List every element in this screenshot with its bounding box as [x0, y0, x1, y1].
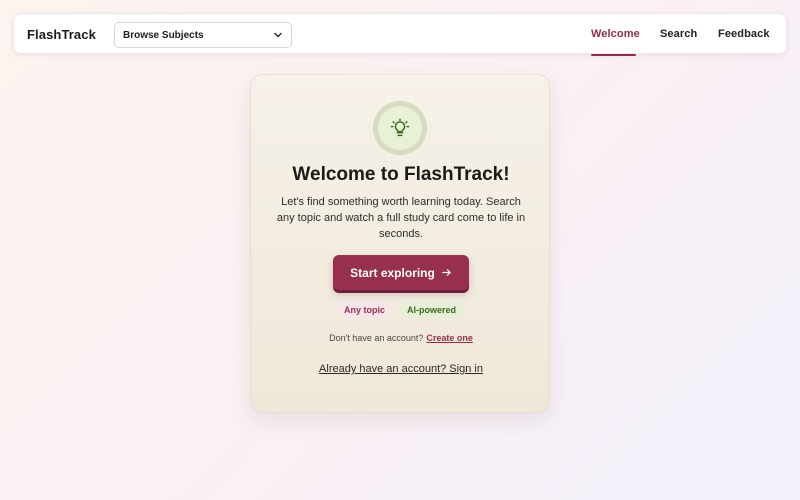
welcome-card: Welcome to FlashTrack! Let's find someth…	[250, 74, 550, 413]
welcome-title: Welcome to FlashTrack!	[292, 164, 510, 185]
signup-prompt-row: Don't have an account? Create one	[251, 333, 551, 343]
arrow-right-icon	[442, 269, 451, 276]
top-navbar: FlashTrack Browse Subjects Welcome Searc…	[13, 13, 787, 56]
signup-prompt-text: Don't have an account?	[329, 333, 424, 343]
lightbulb-icon	[390, 118, 410, 137]
create-account-link[interactable]: Create one	[426, 333, 473, 343]
chevron-down-icon	[274, 32, 282, 38]
nav-link-welcome[interactable]: Welcome	[591, 28, 640, 40]
subject-select-value: Browse Subjects	[123, 29, 204, 41]
nav-link-feedback[interactable]: Feedback	[718, 28, 770, 40]
nav-link-search[interactable]: Search	[660, 28, 697, 40]
sign-in-link[interactable]: Already have an account? Sign in	[251, 363, 551, 375]
brand-logo[interactable]: FlashTrack	[27, 27, 96, 42]
nav-active-underline	[591, 54, 636, 56]
subject-select[interactable]: Browse Subjects	[114, 22, 292, 48]
start-exploring-button[interactable]: Start exploring	[333, 255, 469, 290]
welcome-description: Let's find something worth learning toda…	[276, 196, 526, 240]
tag-ai-powered: AI-powered	[400, 301, 464, 318]
start-exploring-label: Start exploring	[350, 265, 435, 280]
tag-any-topic: Any topic	[337, 301, 393, 318]
icon-badge	[373, 101, 427, 155]
